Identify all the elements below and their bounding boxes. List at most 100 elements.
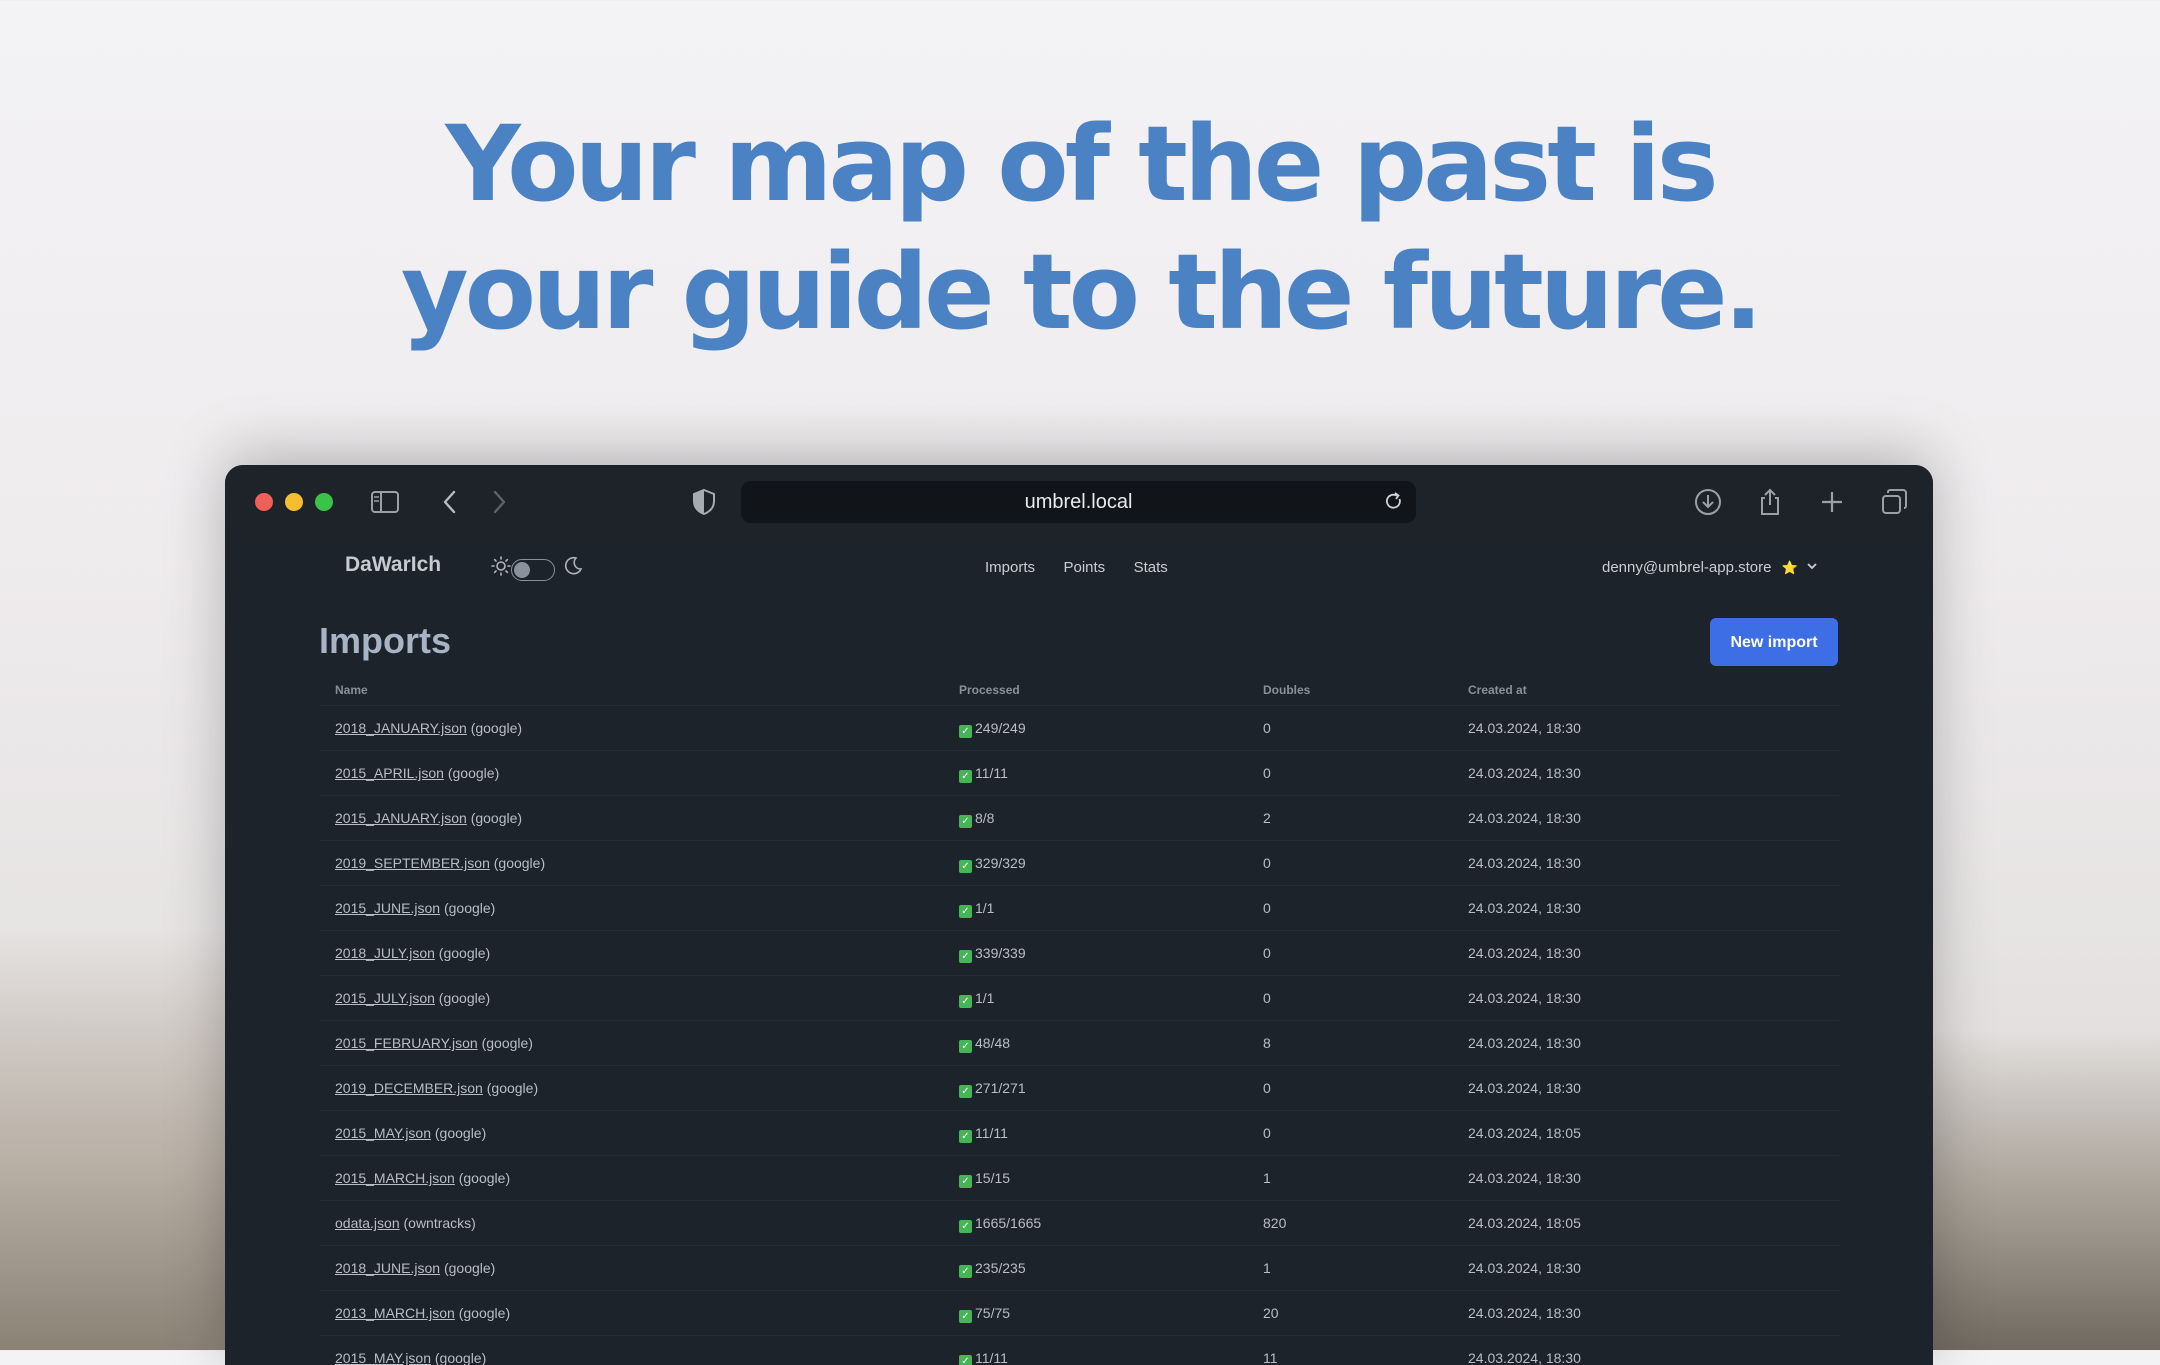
import-file-link[interactable]: 2015_MARCH.json bbox=[335, 1170, 455, 1186]
address-bar[interactable]: umbrel.local bbox=[741, 481, 1416, 523]
doubles-cell: 0 bbox=[1263, 1125, 1271, 1141]
doubles-cell: 0 bbox=[1263, 765, 1271, 781]
star-icon: ⭐ bbox=[1781, 560, 1798, 575]
import-file-link[interactable]: 2019_SEPTEMBER.json bbox=[335, 855, 490, 871]
doubles-cell: 0 bbox=[1263, 990, 1271, 1006]
import-file-link[interactable]: 2018_JANUARY.json bbox=[335, 720, 467, 736]
browser-toolbar: umbrel.local bbox=[225, 465, 1933, 540]
table-header: Name Processed Doubles Created at bbox=[319, 675, 1839, 705]
new-import-button[interactable]: New import bbox=[1710, 618, 1838, 666]
processed-count: 1665/1665 bbox=[975, 1215, 1042, 1231]
import-name-cell: 2018_JANUARY.json (google) bbox=[335, 706, 522, 750]
import-file-link[interactable]: 2015_JANUARY.json bbox=[335, 810, 467, 826]
import-name-cell: 2019_SEPTEMBER.json (google) bbox=[335, 841, 545, 885]
forward-icon[interactable] bbox=[487, 487, 511, 522]
user-email: denny@umbrel-app.store bbox=[1601, 559, 1772, 576]
created-at-cell: 24.03.2024, 18:30 bbox=[1468, 765, 1581, 781]
minimize-window-button[interactable] bbox=[285, 493, 303, 511]
import-file-link[interactable]: 2018_JULY.json bbox=[335, 945, 435, 961]
processed-count: 1/1 bbox=[975, 900, 995, 916]
table-row: 2015_MAY.json (google) ✓ 11/11 11 24.03.2… bbox=[319, 1335, 1839, 1365]
created-at-cell: 24.03.2024, 18:30 bbox=[1468, 945, 1581, 961]
import-file-link[interactable]: 2019_DECEMBER.json bbox=[335, 1080, 483, 1096]
check-icon: ✓ bbox=[959, 1130, 972, 1143]
nav-stats[interactable]: Stats bbox=[1134, 559, 1168, 576]
tab-overview-icon[interactable] bbox=[1879, 487, 1909, 522]
processed-count: 1/1 bbox=[975, 990, 995, 1006]
close-window-button[interactable] bbox=[255, 493, 273, 511]
processed-cell: ✓ 339/339 bbox=[959, 931, 1026, 975]
check-icon: ✓ bbox=[959, 905, 972, 918]
import-source: (google) bbox=[443, 1260, 496, 1276]
sun-icon bbox=[491, 556, 511, 581]
table-row: 2015_JUNE.json (google) ✓ 1/1 0 24.03.202… bbox=[319, 885, 1839, 930]
import-file-link[interactable]: odata.json bbox=[335, 1215, 400, 1231]
table-row: odata.json (owntracks) ✓ 1665/1665 820 24… bbox=[319, 1200, 1839, 1245]
table-row: 2018_JULY.json (google) ✓ 339/339 0 24.03… bbox=[319, 930, 1839, 975]
import-file-link[interactable]: 2015_MAY.json bbox=[335, 1350, 431, 1365]
import-name-cell: 2015_JUNE.json (google) bbox=[335, 886, 495, 930]
import-file-link[interactable]: 2013_MARCH.json bbox=[335, 1305, 455, 1321]
doubles-cell: 0 bbox=[1263, 720, 1271, 736]
check-icon: ✓ bbox=[959, 725, 972, 738]
zoom-window-button[interactable] bbox=[315, 493, 333, 511]
created-at-cell: 24.03.2024, 18:05 bbox=[1468, 1215, 1581, 1231]
import-source: (google) bbox=[470, 720, 523, 736]
processed-cell: ✓ 1/1 bbox=[959, 886, 994, 930]
table-row: 2019_DECEMBER.json (google) ✓ 271/271 0 2… bbox=[319, 1065, 1839, 1110]
processed-count: 339/339 bbox=[975, 945, 1026, 961]
import-file-link[interactable]: 2015_MAY.json bbox=[335, 1125, 431, 1141]
check-icon: ✓ bbox=[959, 1265, 972, 1278]
import-name-cell: 2013_MARCH.json (google) bbox=[335, 1291, 510, 1335]
privacy-shield-icon[interactable] bbox=[691, 487, 717, 522]
import-file-link[interactable]: 2015_JULY.json bbox=[335, 990, 435, 1006]
app-brand[interactable]: DaWarIch bbox=[345, 553, 441, 577]
table-row: 2015_APRIL.json (google) ✓ 11/11 0 24.03.… bbox=[319, 750, 1839, 795]
created-at-cell: 24.03.2024, 18:30 bbox=[1468, 1170, 1581, 1186]
chevron-down-icon bbox=[1806, 559, 1818, 576]
processed-count: 48/48 bbox=[975, 1035, 1011, 1051]
import-file-link[interactable]: 2015_FEBRUARY.json bbox=[335, 1035, 478, 1051]
address-bar-url: umbrel.local bbox=[1024, 491, 1133, 513]
import-file-link[interactable]: 2015_JUNE.json bbox=[335, 900, 440, 916]
import-name-cell: 2015_JULY.json (google) bbox=[335, 976, 490, 1020]
background-landscape-left bbox=[0, 930, 260, 1350]
share-icon[interactable] bbox=[1755, 487, 1785, 522]
import-source: (google) bbox=[458, 1305, 511, 1321]
reload-icon[interactable] bbox=[1384, 481, 1404, 538]
processed-cell: ✓ 11/11 bbox=[959, 1336, 1008, 1365]
page-title: Imports bbox=[319, 620, 452, 661]
import-file-link[interactable]: 2018_JUNE.json bbox=[335, 1260, 440, 1276]
import-source: (google) bbox=[493, 855, 546, 871]
check-icon: ✓ bbox=[959, 1220, 972, 1233]
user-menu[interactable]: denny@umbrel-app.store ⭐ bbox=[1602, 559, 1818, 576]
processed-cell: ✓ 11/11 bbox=[959, 1111, 1008, 1155]
check-icon: ✓ bbox=[959, 995, 972, 1008]
hero-headline: Your map of the past is your guide to th… bbox=[0, 100, 2160, 356]
check-icon: ✓ bbox=[959, 1085, 972, 1098]
table-row: 2013_MARCH.json (google) ✓ 75/75 20 24.03… bbox=[319, 1290, 1839, 1335]
processed-count: 15/15 bbox=[975, 1170, 1011, 1186]
processed-cell: ✓ 48/48 bbox=[959, 1021, 1010, 1065]
new-tab-icon[interactable] bbox=[1817, 487, 1847, 522]
theme-toggle-knob bbox=[514, 562, 530, 578]
download-icon[interactable] bbox=[1693, 487, 1723, 522]
table-row: 2019_SEPTEMBER.json (google) ✓ 329/329 0 … bbox=[319, 840, 1839, 885]
import-source: (google) bbox=[481, 1035, 533, 1051]
processed-cell: ✓ 11/11 bbox=[959, 751, 1008, 795]
doubles-cell: 820 bbox=[1263, 1215, 1287, 1231]
column-header-name: Name bbox=[335, 683, 368, 697]
created-at-cell: 24.03.2024, 18:30 bbox=[1468, 1035, 1581, 1051]
import-file-link[interactable]: 2015_APRIL.json bbox=[335, 765, 444, 781]
check-icon: ✓ bbox=[959, 950, 972, 963]
theme-toggle[interactable] bbox=[511, 559, 555, 581]
doubles-cell: 20 bbox=[1263, 1305, 1279, 1321]
nav-imports[interactable]: Imports bbox=[985, 559, 1035, 576]
back-icon[interactable] bbox=[438, 487, 462, 522]
nav-points[interactable]: Points bbox=[1063, 559, 1105, 576]
sidebar-icon[interactable] bbox=[370, 487, 400, 522]
processed-cell: ✓ 271/271 bbox=[959, 1066, 1026, 1110]
import-source: (google) bbox=[438, 990, 491, 1006]
imports-table: Name Processed Doubles Created at 2018_J… bbox=[319, 675, 1839, 1365]
import-source: (google) bbox=[486, 1080, 539, 1096]
